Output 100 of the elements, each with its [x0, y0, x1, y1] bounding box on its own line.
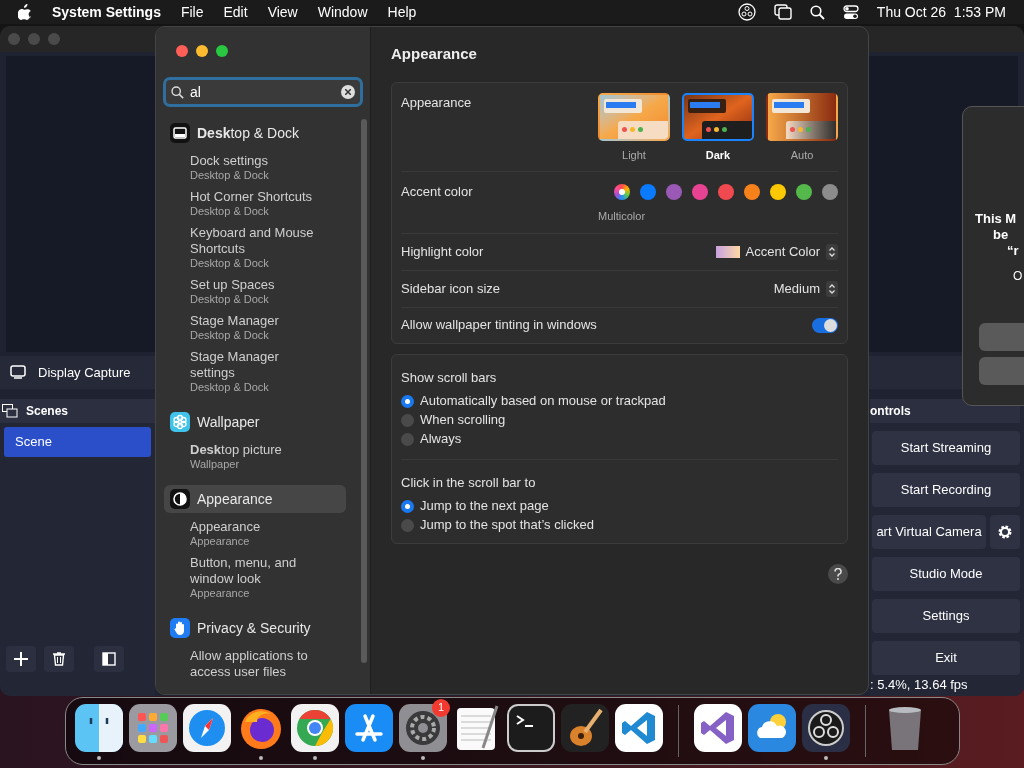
- chevrons-icon: [826, 280, 838, 297]
- radio-button[interactable]: [401, 518, 414, 532]
- filter-button[interactable]: [94, 646, 124, 672]
- popup-button[interactable]: Accent Color: [715, 241, 838, 262]
- gradient-square-icon: [102, 652, 116, 666]
- ribbon-logo-icon: [694, 703, 742, 752]
- radio-button[interactable]: [401, 394, 414, 408]
- compass-icon: [183, 703, 231, 752]
- dock-app[interactable]: [74, 702, 124, 753]
- scene-item[interactable]: Scene: [4, 426, 151, 457]
- dock-app[interactable]: [290, 702, 340, 753]
- window-control[interactable]: [216, 45, 228, 57]
- menu-item[interactable]: Help: [387, 1, 417, 23]
- control-button[interactable]: Studio Mode: [872, 556, 1020, 591]
- flower-icon: [170, 412, 190, 432]
- control-button[interactable]: Start Recording: [872, 472, 1020, 507]
- dialog-text: be: [992, 227, 1009, 243]
- accent-color-swatch[interactable]: [666, 184, 682, 200]
- search-field[interactable]: al: [163, 77, 363, 107]
- control-button[interactable]: Start Streaming: [872, 430, 1020, 465]
- setting-label: Appearance: [401, 93, 472, 112]
- search-result[interactable]: Keyboard and Mouse Shortcuts Desktop & Dock: [190, 225, 322, 270]
- search-result[interactable]: Allow applications to access user files: [190, 648, 322, 680]
- accent-color-swatch[interactable]: [744, 184, 760, 200]
- dock-app[interactable]: [614, 702, 664, 753]
- search-result[interactable]: Dock settings Desktop & Dock: [190, 153, 322, 182]
- help-button[interactable]: [828, 563, 848, 584]
- menu-item[interactable]: Window: [317, 1, 368, 23]
- control-button[interactable]: Exit: [872, 640, 1020, 675]
- window-control[interactable]: [196, 45, 208, 57]
- dialog-text: O: [1012, 268, 1023, 285]
- dock-app[interactable]: [182, 702, 232, 753]
- window-control[interactable]: [176, 45, 188, 57]
- chevrons-icon: [826, 243, 838, 260]
- search-result[interactable]: Hot Corner Shortcuts Desktop & Dock: [190, 189, 322, 218]
- appearance-thumbnail[interactable]: [682, 92, 754, 141]
- radio-button[interactable]: [401, 499, 414, 513]
- sidebar-item[interactable]: Desktop & Dock: [164, 119, 346, 147]
- search-result[interactable]: Stage Manager Desktop & Dock: [190, 313, 322, 342]
- sidebar-item[interactable]: Privacy & Security: [164, 614, 346, 642]
- accent-color-swatch[interactable]: [770, 184, 786, 200]
- search-icon: [171, 86, 184, 99]
- dock-app[interactable]: [344, 702, 394, 753]
- dock-app[interactable]: [747, 702, 797, 753]
- terminal-icon: [507, 703, 555, 752]
- delete-button[interactable]: [44, 646, 74, 672]
- dock-app[interactable]: [128, 702, 178, 753]
- accent-color-swatch[interactable]: [718, 184, 734, 200]
- search-result[interactable]: Stage Manager settings Desktop & Dock: [190, 349, 322, 394]
- apple-icon: [18, 4, 32, 20]
- page-title: Appearance: [391, 44, 478, 64]
- accent-color-swatch[interactable]: [640, 184, 656, 200]
- menu-bar-clock[interactable]: Thu Oct 26 1:53 PM: [876, 1, 1006, 23]
- sidebar-item[interactable]: Wallpaper: [164, 408, 346, 436]
- menu-item[interactable]: Edit: [223, 1, 248, 23]
- dock-app[interactable]: [560, 702, 610, 753]
- menu-item[interactable]: File: [180, 1, 204, 23]
- control-button[interactable]: art Virtual Camera: [872, 514, 986, 549]
- windows-icon: [773, 4, 792, 20]
- control-button[interactable]: Settings: [872, 598, 1020, 633]
- radio-label: Jump to the spot that’s clicked: [420, 516, 594, 535]
- search-result[interactable]: Button, menu, and window look Appearance: [190, 555, 322, 600]
- dock-app[interactable]: [506, 702, 556, 753]
- app-menu[interactable]: System Settings: [52, 1, 161, 23]
- add-button[interactable]: [6, 646, 36, 672]
- radio-button[interactable]: [401, 413, 414, 427]
- toggle-switch[interactable]: [812, 317, 838, 333]
- setting-label: Show scroll bars: [401, 369, 497, 385]
- search-result[interactable]: Appearance Appearance: [190, 519, 322, 548]
- setting-label: Accent color: [401, 183, 473, 201]
- dock-app[interactable]: [693, 702, 743, 753]
- accent-color-swatch[interactable]: [614, 184, 630, 200]
- dialog-text: “r: [1006, 243, 1019, 259]
- thumbnail-caption: Light: [622, 147, 646, 163]
- display-icon: [170, 123, 190, 143]
- menu-item[interactable]: View: [267, 1, 298, 23]
- search-result[interactable]: Set up Spaces Desktop & Dock: [190, 277, 322, 306]
- dock-app[interactable]: [801, 702, 851, 753]
- popup-button[interactable]: Medium: [773, 278, 838, 299]
- setting-label: Sidebar icon size: [401, 279, 500, 298]
- appearance-thumbnail[interactable]: [766, 92, 838, 141]
- ribbon-logo-icon: [615, 703, 663, 752]
- sidebar-item[interactable]: Appearance: [164, 485, 346, 513]
- half-circle-icon: [170, 489, 190, 509]
- panel-title: Scenes: [26, 402, 69, 420]
- gear-icon: [997, 523, 1013, 540]
- split-square-icon: [75, 703, 123, 752]
- scrollbar-thumb[interactable]: [361, 119, 367, 663]
- app-grid-icon: [129, 703, 177, 752]
- plus-icon: [14, 652, 28, 666]
- radio-button[interactable]: [401, 432, 414, 446]
- accent-color-swatch[interactable]: [692, 184, 708, 200]
- settings-button[interactable]: [990, 514, 1020, 549]
- setting-label: Highlight color: [401, 242, 484, 261]
- appearance-thumbnail[interactable]: [598, 92, 670, 141]
- accent-color-swatch[interactable]: [796, 184, 812, 200]
- gradient-swatch: [715, 245, 740, 258]
- search-result[interactable]: Desktop picture Wallpaper: [190, 442, 322, 471]
- accent-color-swatch[interactable]: [822, 184, 838, 200]
- setting-label: Click in the scroll bar to: [401, 474, 536, 490]
